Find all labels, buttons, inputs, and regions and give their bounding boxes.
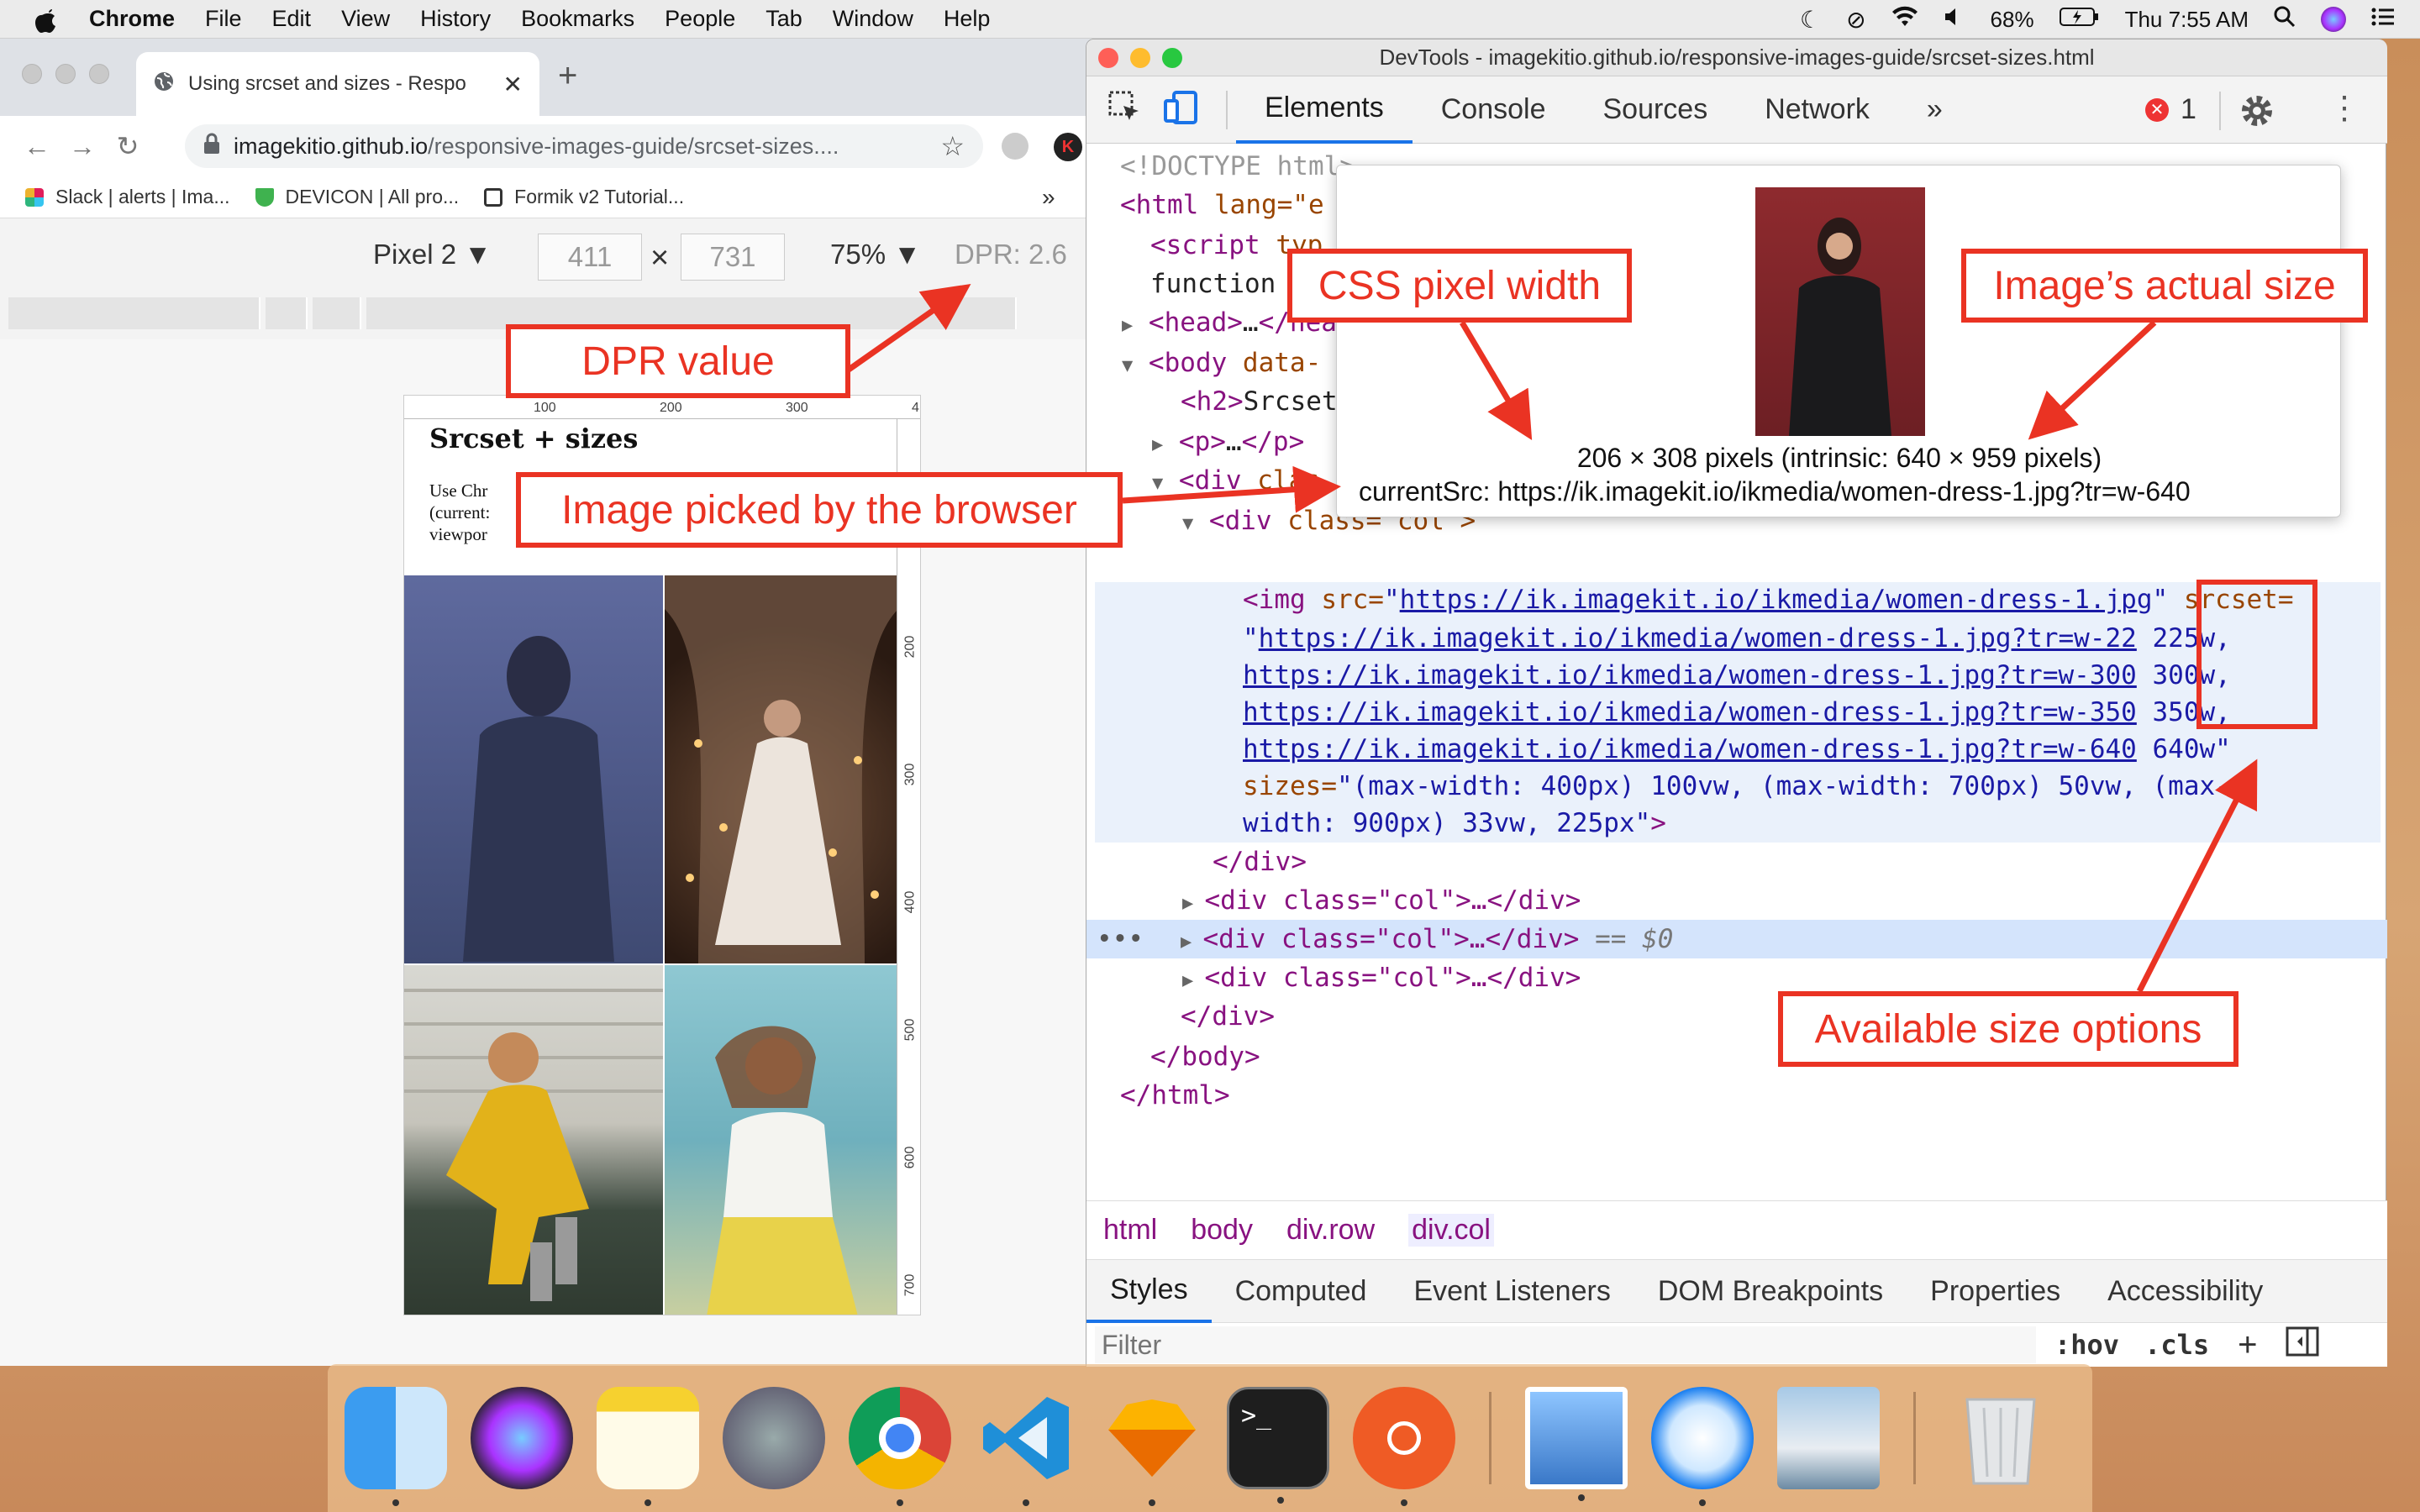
postman-icon[interactable]: [1353, 1387, 1455, 1506]
running-indicator: [1578, 1494, 1585, 1501]
arrow-actual-size: [2028, 320, 2157, 440]
notes-icon[interactable]: [597, 1387, 699, 1506]
arrow-options: [2136, 759, 2258, 993]
running-indicator: [1277, 1497, 1284, 1504]
trash-icon[interactable]: [1949, 1387, 2052, 1489]
arrow-css-width: [1459, 321, 1533, 441]
running-indicator: [897, 1499, 903, 1506]
running-indicator: [644, 1499, 651, 1506]
annotation-picked: Image picked by the browser: [516, 472, 1123, 548]
safari-icon[interactable]: [1651, 1387, 1754, 1506]
postman-orbit: [1387, 1421, 1421, 1455]
annotation-options: Available size options: [1778, 991, 2238, 1067]
preview-icon[interactable]: [1525, 1387, 1628, 1501]
annotation-actual-size: Image’s actual size: [1961, 249, 2368, 323]
arrow-dpr: [846, 283, 971, 372]
chrome-center: [879, 1417, 921, 1459]
dock: >_: [328, 1364, 2092, 1512]
running-indicator: [392, 1499, 399, 1506]
dock-divider: [1489, 1392, 1491, 1484]
annotation-arrows: [846, 283, 2258, 993]
vscode-icon[interactable]: [975, 1387, 1077, 1506]
running-indicator: [1023, 1499, 1029, 1506]
finder-icon[interactable]: [345, 1387, 447, 1506]
launchpad-icon[interactable]: [723, 1387, 825, 1489]
photos-icon[interactable]: [1777, 1387, 1880, 1489]
running-indicator: [1401, 1499, 1407, 1506]
siri-icon[interactable]: [471, 1387, 573, 1489]
chrome-icon[interactable]: [849, 1387, 951, 1506]
dock-divider: [1913, 1392, 1916, 1484]
running-indicator: [1149, 1499, 1155, 1506]
running-indicator: [1699, 1499, 1706, 1506]
annotation-dpr: DPR value: [506, 324, 850, 398]
annotation-css-width: CSS pixel width: [1287, 249, 1632, 323]
terminal-icon[interactable]: >_: [1227, 1387, 1329, 1504]
sketch-icon[interactable]: [1101, 1387, 1203, 1506]
arrow-picked: [1122, 465, 1341, 513]
